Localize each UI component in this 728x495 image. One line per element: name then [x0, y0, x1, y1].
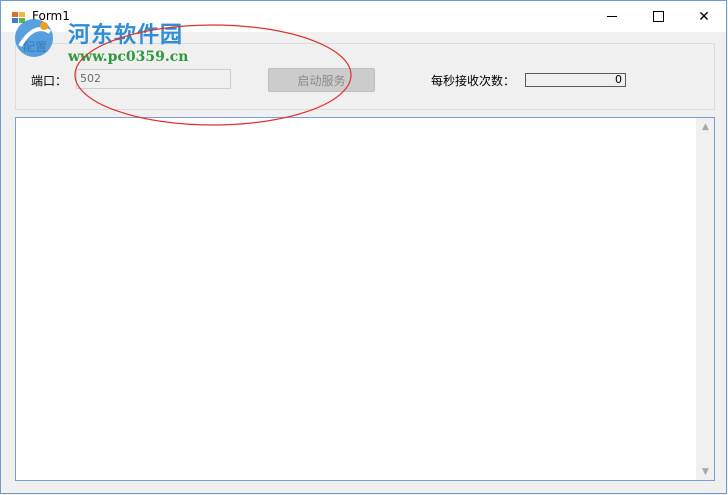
window-title: Form1 — [32, 9, 70, 23]
log-listbox[interactable]: ▲ ▼ — [15, 117, 715, 481]
minimize-button[interactable] — [589, 1, 635, 32]
close-icon: ✕ — [698, 8, 710, 25]
close-button[interactable]: ✕ — [681, 1, 727, 32]
minimize-icon — [607, 16, 617, 17]
receive-rate-value: 0 — [525, 73, 626, 87]
red-annotation-ellipse — [74, 24, 352, 126]
app-icon — [12, 12, 25, 23]
maximize-icon — [652, 11, 664, 22]
port-label: 端口： — [31, 74, 68, 88]
scroll-down-icon[interactable]: ▼ — [697, 463, 714, 480]
groupbox-legend: 配置 — [21, 38, 50, 55]
scroll-up-icon[interactable]: ▲ — [697, 118, 714, 135]
maximize-button[interactable] — [635, 1, 681, 32]
receive-rate-label: 每秒接收次数： — [431, 74, 516, 88]
vertical-scrollbar[interactable]: ▲ ▼ — [696, 118, 714, 480]
